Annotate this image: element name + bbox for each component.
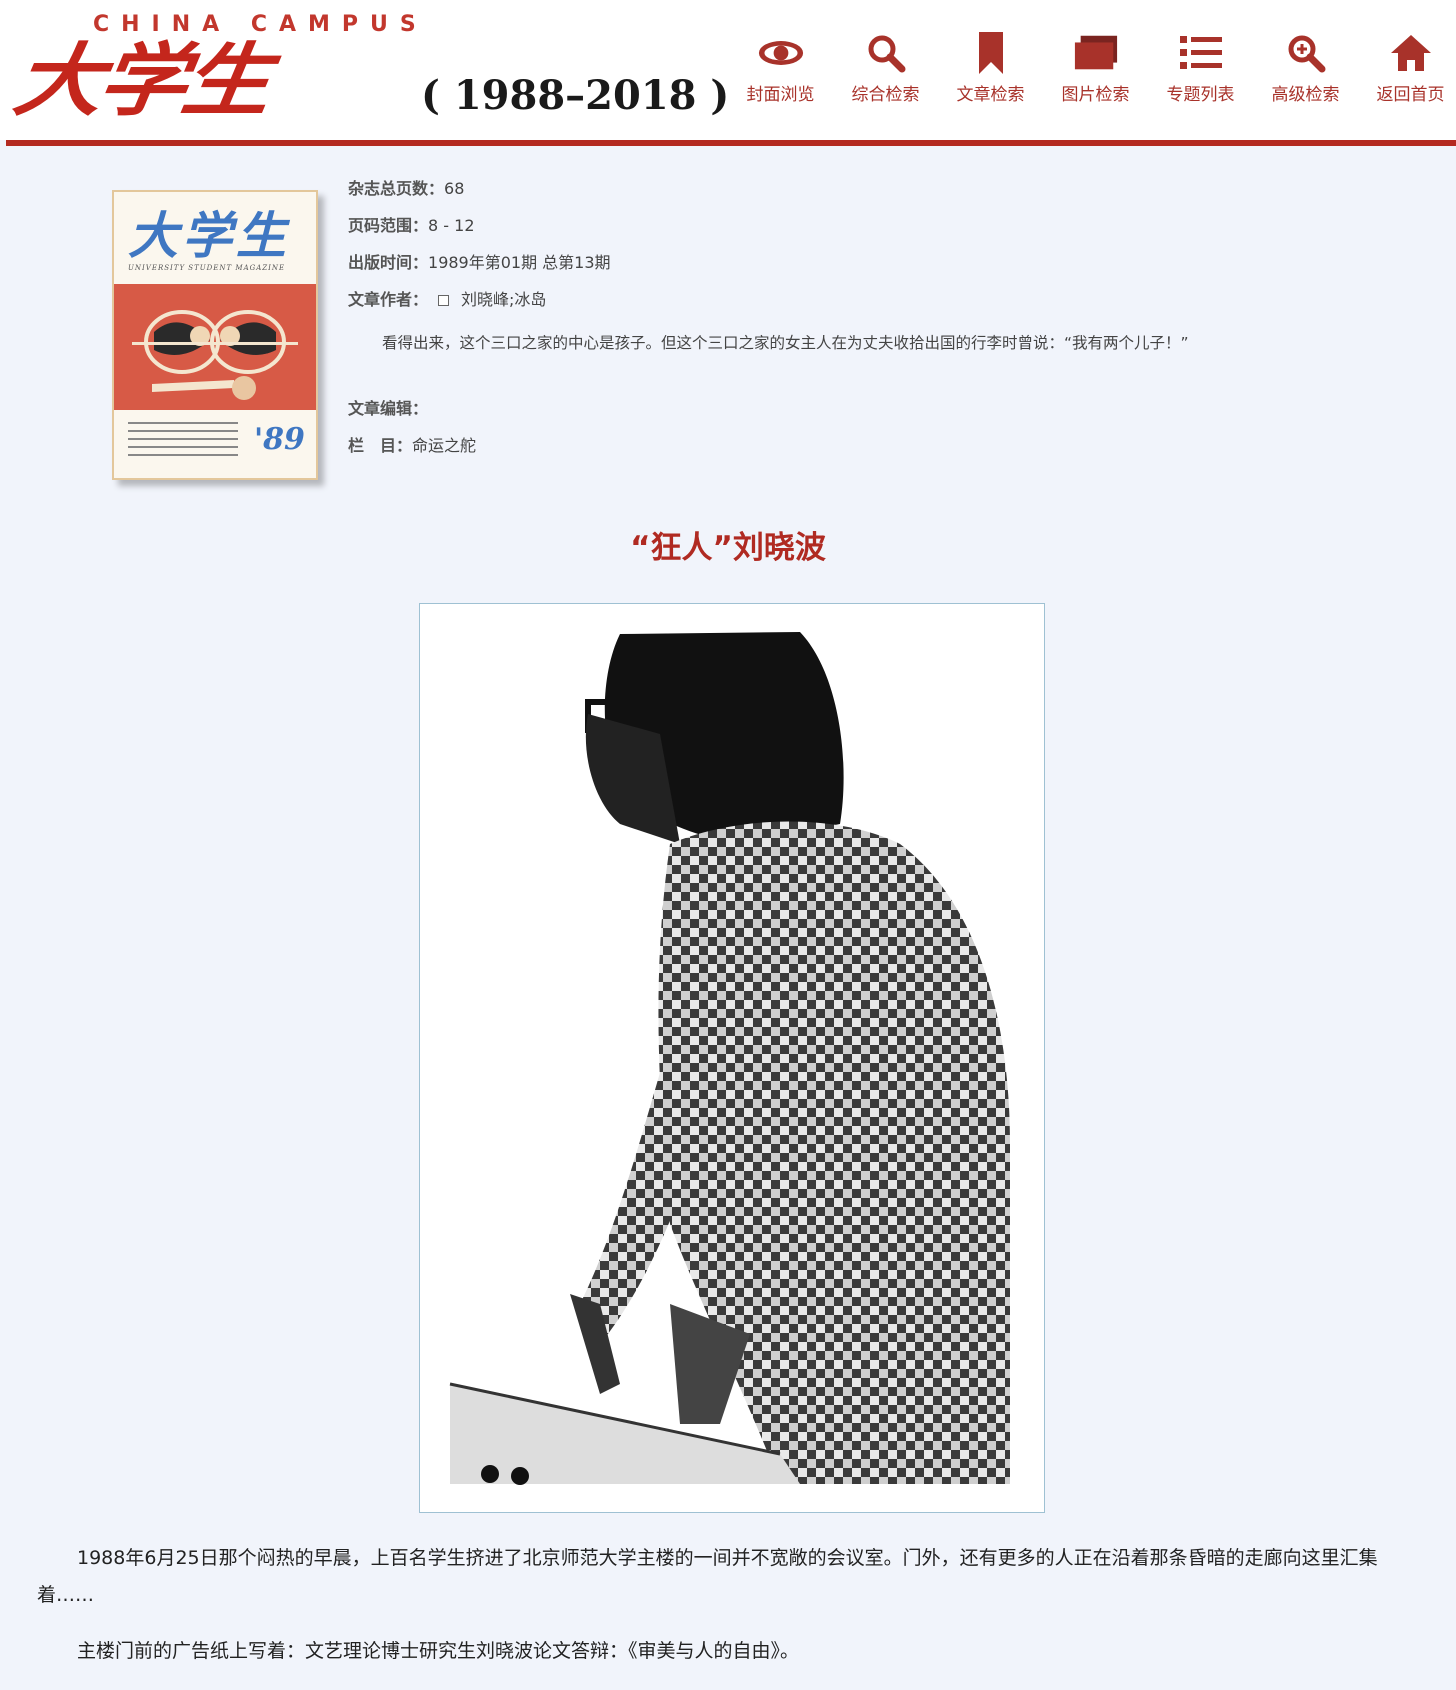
nav-label: 图片检索 <box>1061 85 1130 105</box>
article-summary: 看得出来，这个三口之家的中心是孩子。但这个三口之家的女主人在为丈夫收拾出国的行李… <box>382 334 1189 352</box>
main-nav: 封面浏览 综合检索 文章检索 图片检索 专题列表 高级检索 返回首页 <box>728 30 1456 110</box>
meta-publish-date: 出版时间：1989年第01期 总第13期 <box>348 250 1388 287</box>
nav-label: 封面浏览 <box>746 85 815 105</box>
meta-label: 文章作者： <box>348 290 429 309</box>
meta-value: 8 - 12 <box>428 216 475 235</box>
list-icon <box>1178 30 1224 76</box>
meta-value: 1989年第01期 总第13期 <box>428 253 611 272</box>
site-header: CHINA CAMPUS 大学生 ( 1988–2018 ) 封面浏览 综合检索… <box>0 0 1456 140</box>
nav-label: 专题列表 <box>1166 85 1235 105</box>
eye-icon <box>758 30 804 76</box>
home-icon <box>1388 30 1434 76</box>
meta-value[interactable]: 刘晓峰;冰岛 <box>461 290 546 309</box>
nav-label: 高级检索 <box>1271 85 1340 105</box>
cover-issue-number: '89 1 <box>254 422 316 457</box>
cover-subtitle: UNIVERSITY STUDENT MAGAZINE <box>128 264 286 272</box>
nav-image-search[interactable]: 图片检索 <box>1043 30 1148 110</box>
meta-label: 栏 目： <box>348 436 413 455</box>
meta-label: 出版时间： <box>348 253 429 272</box>
nav-label: 文章检索 <box>956 85 1025 105</box>
nav-cover-browse[interactable]: 封面浏览 <box>728 30 833 110</box>
article-title: “狂人”刘晓波 <box>630 530 826 566</box>
nav-advanced-search[interactable]: 高级检索 <box>1253 30 1358 110</box>
article-paragraph: 主楼门前的广告纸上写着：文艺理论博士研究生刘晓波论文答辩：《审美与人的自由》。 <box>77 1640 800 1662</box>
image-stack-icon <box>1073 30 1119 76</box>
header-divider <box>6 140 1456 146</box>
advanced-search-icon <box>1283 30 1329 76</box>
author-checkbox[interactable] <box>438 295 450 306</box>
cover-title: 大学生 <box>128 206 290 265</box>
meta-label: 页码范围： <box>348 216 429 235</box>
cover-contents-lines <box>128 422 238 462</box>
meta-value[interactable]: 命运之舵 <box>412 436 476 455</box>
nav-home[interactable]: 返回首页 <box>1358 30 1456 110</box>
nav-label: 返回首页 <box>1376 85 1445 105</box>
meta-label: 文章编辑： <box>348 399 429 418</box>
bookmark-icon <box>968 30 1014 76</box>
search-icon <box>863 30 909 76</box>
logo-year-range: ( 1988–2018 ) <box>421 64 729 128</box>
meta-author: 文章作者： 刘晓峰;冰岛 <box>348 287 1388 324</box>
article-paragraph: 1988年6月25日那个闷热的早晨，上百名学生挤进了北京师范大学主楼的一间并不宽… <box>37 1547 1378 1606</box>
article-photo[interactable] <box>419 603 1045 1513</box>
meta-value: 68 <box>444 179 465 198</box>
nav-label: 综合检索 <box>851 85 920 105</box>
meta-label: 杂志总页数： <box>348 179 445 198</box>
magazine-cover[interactable]: 大学生 UNIVERSITY STUDENT MAGAZINE '89 1 <box>112 190 318 480</box>
cover-photo <box>114 284 316 410</box>
meta-editor: 文章编辑： <box>348 396 1388 433</box>
logo-chinese-text: 大学生 <box>8 33 274 127</box>
nav-topic-list[interactable]: 专题列表 <box>1148 30 1253 110</box>
meta-total-pages: 杂志总页数：68 <box>348 176 1388 213</box>
site-logo[interactable]: CHINA CAMPUS 大学生 ( 1988–2018 ) <box>8 8 729 132</box>
article-meta: 杂志总页数：68 页码范围：8 - 12 出版时间：1989年第01期 总第13… <box>348 176 1388 470</box>
nav-article-search[interactable]: 文章检索 <box>938 30 1043 110</box>
nav-general-search[interactable]: 综合检索 <box>833 30 938 110</box>
meta-column: 栏 目：命运之舵 <box>348 433 1388 470</box>
meta-page-range: 页码范围：8 - 12 <box>348 213 1388 250</box>
